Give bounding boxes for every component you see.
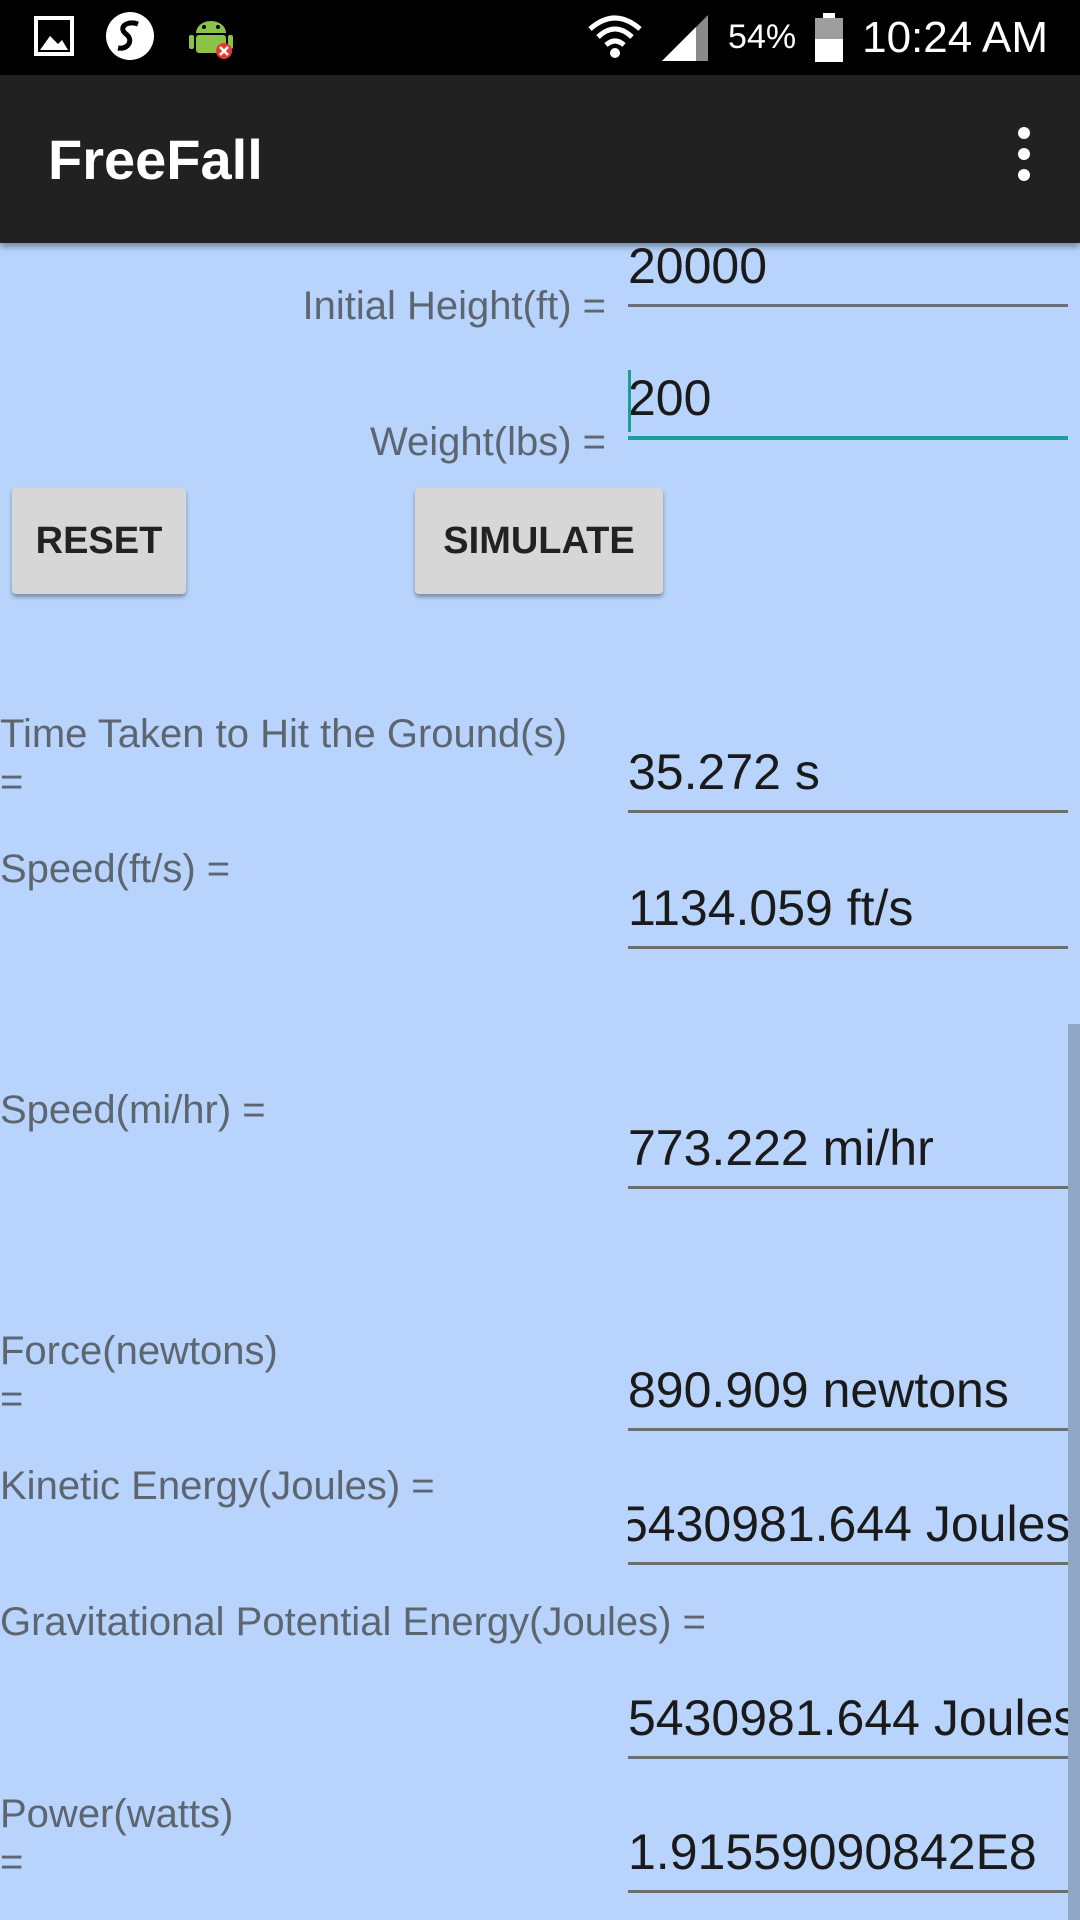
potential-energy-value: 5430981.644 Joules	[628, 1688, 1068, 1759]
scrollbar[interactable]	[1068, 1024, 1080, 1920]
weight-input-value: 200	[628, 370, 712, 426]
kinetic-energy-label: Kinetic Energy(Joules) =	[0, 1464, 435, 1508]
initial-height-input[interactable]: 20000	[628, 236, 1068, 307]
app-title: FreeFall	[48, 128, 263, 191]
power-value: 1.91559090842E8	[628, 1822, 1068, 1893]
text-caret	[628, 370, 631, 432]
clock: 10:24 AM	[862, 12, 1048, 62]
time-value: 35.272 s	[628, 742, 1068, 813]
force-value: 890.909 newtons	[628, 1360, 1068, 1431]
force-label: Force(newtons) =	[0, 1329, 278, 1421]
power-label: Power(watts) =	[0, 1792, 234, 1884]
simulate-button[interactable]: SIMULATE	[415, 488, 663, 594]
speed-mihr-value: 773.222 mi/hr	[628, 1118, 1068, 1189]
overflow-menu-icon[interactable]	[996, 127, 1052, 191]
wifi-icon	[588, 15, 642, 58]
weight-label: Weight(lbs) =	[369, 420, 606, 464]
battery-percent: 54%	[728, 18, 797, 56]
speed-fts-label: Speed(ft/s) =	[0, 847, 231, 891]
time-label: Time Taken to Hit the Ground(s) =	[0, 712, 567, 804]
gallery-icon	[34, 16, 74, 56]
speed-fts-value: 1134.059 ft/s	[628, 878, 1068, 949]
kinetic-energy-value: 5430981.644 Joules	[628, 1494, 1068, 1565]
status-bar: 54% 10:24 AM	[0, 0, 1080, 75]
s-voice-icon	[106, 12, 154, 60]
potential-energy-label: Gravitational Potential Energy(Joules) =	[0, 1600, 706, 1644]
reset-button[interactable]: RESET	[12, 488, 186, 594]
speed-mihr-label: Speed(mi/hr) =	[0, 1088, 266, 1132]
initial-height-label: Initial Height(ft) =	[302, 284, 606, 328]
battery-icon	[815, 12, 844, 62]
signal-icon	[662, 14, 709, 61]
weight-input[interactable]: 200	[628, 368, 1068, 440]
app-bar: FreeFall	[0, 75, 1080, 243]
android-debug-icon	[189, 21, 233, 59]
